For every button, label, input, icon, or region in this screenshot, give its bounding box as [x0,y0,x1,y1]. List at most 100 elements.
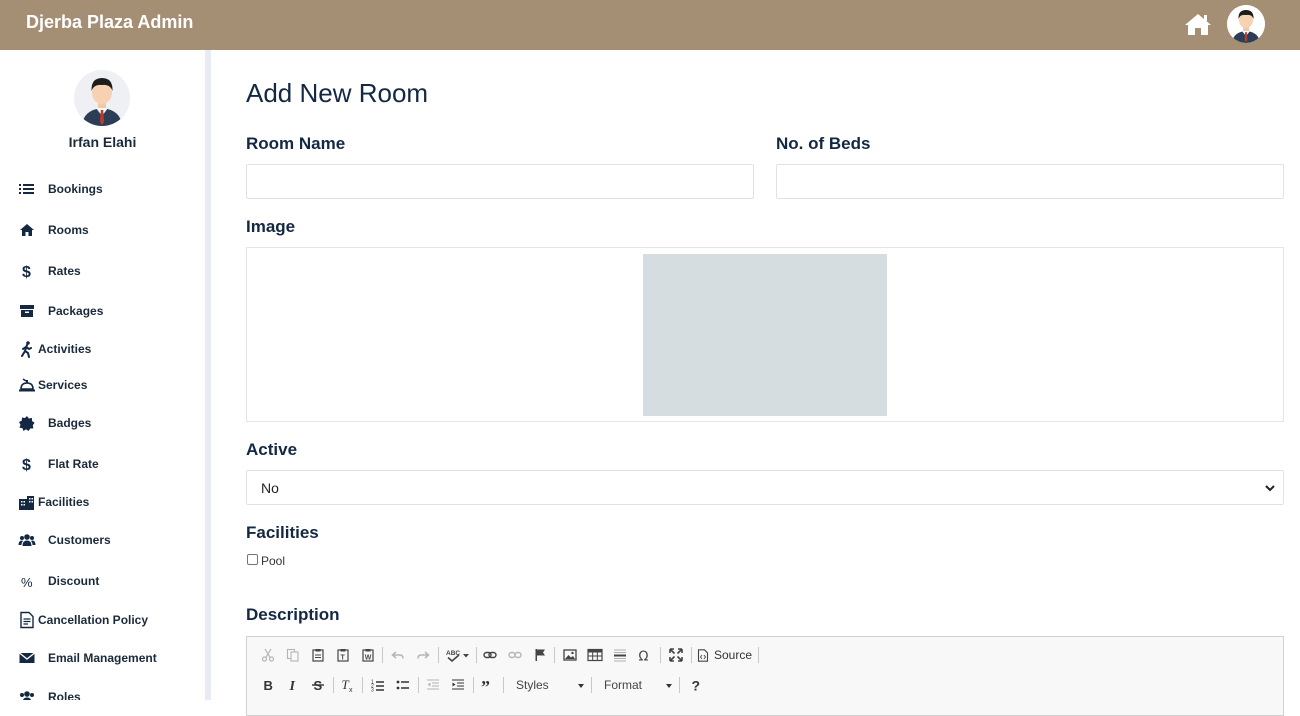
help-icon[interactable]: ? [687,674,705,696]
sidebar-item-packages[interactable]: Packages [0,296,205,326]
italic-icon[interactable]: I [284,674,302,696]
chevron-down-icon [666,684,672,688]
beds-input[interactable] [776,164,1284,199]
image-upload-area [246,247,1284,422]
description-editor: T W ABC Ω Source B I S T x 1 2 3 ” Style… [246,636,1284,716]
image-placeholder[interactable] [643,254,887,416]
paste-word-icon[interactable]: W [359,644,377,666]
pool-checkbox[interactable] [247,554,258,565]
strikethrough-icon[interactable]: S [309,674,327,696]
unlink-icon[interactable] [506,644,524,666]
app-title[interactable]: Djerba Plaza Admin [26,12,193,33]
format-dropdown[interactable]: Format [596,674,676,696]
sidebar-item-label: Services [38,378,88,392]
toolbar-separator [473,677,474,693]
sidebar-item-label: Rates [48,264,81,278]
bold-icon[interactable]: B [259,674,277,696]
sidebar-item-label: Facilities [38,495,90,509]
blockquote-icon[interactable]: ” [479,674,497,696]
styles-dropdown-label: Styles [516,678,549,692]
svg-text:$: $ [22,264,31,280]
sidebar-item-label: Email Management [48,651,157,665]
sidebar-item-rooms[interactable]: Rooms [0,215,205,245]
spellcheck-icon[interactable]: ABC [445,644,471,666]
sidebar-item-label: Bookings [48,182,103,196]
source-button[interactable]: Source [697,644,755,666]
svg-text:%: % [21,575,33,590]
users-icon [18,531,36,549]
room-name-label: Room Name [246,134,346,153]
toolbar-separator [503,677,504,693]
sidebar-item-roles[interactable]: Roles [0,682,205,700]
special-char-icon[interactable]: Ω [636,644,654,666]
toolbar-separator [554,647,555,663]
image-icon[interactable] [561,644,579,666]
copy-icon[interactable] [284,644,302,666]
active-select-value: No [261,480,279,496]
description-label: Description [246,605,340,624]
sidebar-item-label: Badges [48,416,92,430]
building-icon [18,493,36,511]
horizontal-line-icon[interactable] [611,644,629,666]
dollar-icon: $ [18,262,36,281]
sidebar-item-discount[interactable]: % Discount [0,566,205,596]
sidebar-item-badges[interactable]: Badges [0,408,205,438]
svg-text:W: W [365,655,372,662]
sidebar-item-label: Activities [38,342,92,356]
numbered-list-icon[interactable]: 123 [369,674,387,696]
remove-format-icon[interactable]: Tx [339,674,357,696]
redo-icon[interactable] [414,644,432,666]
styles-dropdown[interactable]: Styles [508,674,588,696]
sidebar-item-rates[interactable]: $ Rates [0,256,205,286]
toolbar-separator [382,647,383,663]
cut-icon[interactable] [259,644,277,666]
home-icon [18,221,36,239]
sidebar-item-email-management[interactable]: Email Management [0,643,205,673]
bulleted-list-icon[interactable] [394,674,412,696]
sidebar-item-flat-rate[interactable]: $ Flat Rate [0,449,205,479]
paste-text-icon[interactable]: T [334,644,352,666]
toolbar-separator [660,647,661,663]
profile-avatar [74,70,130,126]
anchor-icon[interactable] [531,644,549,666]
toolbar-separator [679,677,680,693]
sidebar-item-label: Cancellation Policy [38,613,149,627]
indent-icon[interactable] [449,674,467,696]
badge-icon [18,414,36,432]
document-icon [18,611,36,629]
svg-text:x: x [349,687,353,692]
chevron-down-icon [1263,481,1277,495]
image-label: Image [246,217,296,236]
format-dropdown-label: Format [604,678,643,692]
sidebar-item-facilities[interactable]: Facilities [0,487,205,517]
sidebar-item-bookings[interactable]: Bookings [0,174,205,204]
list-icon [18,180,36,198]
sidebar-item-customers[interactable]: Customers [0,525,205,555]
maximize-icon[interactable] [667,644,685,666]
main-content: Add New Room Room Name No. of Beds Image… [211,50,1300,716]
svg-text:T: T [341,655,346,662]
undo-icon[interactable] [389,644,407,666]
top-bar: Djerba Plaza Admin [0,0,1300,50]
sidebar-item-label: Flat Rate [48,457,99,471]
envelope-icon [18,649,36,667]
chevron-down-icon [578,684,584,688]
table-icon[interactable] [586,644,604,666]
sidebar-item-cancellation-policy[interactable]: Cancellation Policy [0,605,205,635]
outdent-icon[interactable] [424,674,442,696]
svg-text:$: $ [22,457,31,473]
user-avatar[interactable] [1227,5,1265,43]
page-title: Add New Room [246,78,429,108]
sidebar-item-services[interactable]: Services [0,370,205,400]
svg-text:”: ” [481,678,490,692]
link-icon[interactable] [481,644,499,666]
toolbar-separator [418,677,419,693]
paste-icon[interactable] [309,644,327,666]
active-label: Active [246,440,298,459]
sidebar-item-label: Discount [48,574,100,588]
source-label: Source [714,648,753,662]
sidebar-item-activities[interactable]: Activities [0,334,205,364]
room-name-input[interactable] [246,164,754,199]
active-select[interactable]: No [246,470,1284,505]
home-icon[interactable] [1184,12,1212,36]
